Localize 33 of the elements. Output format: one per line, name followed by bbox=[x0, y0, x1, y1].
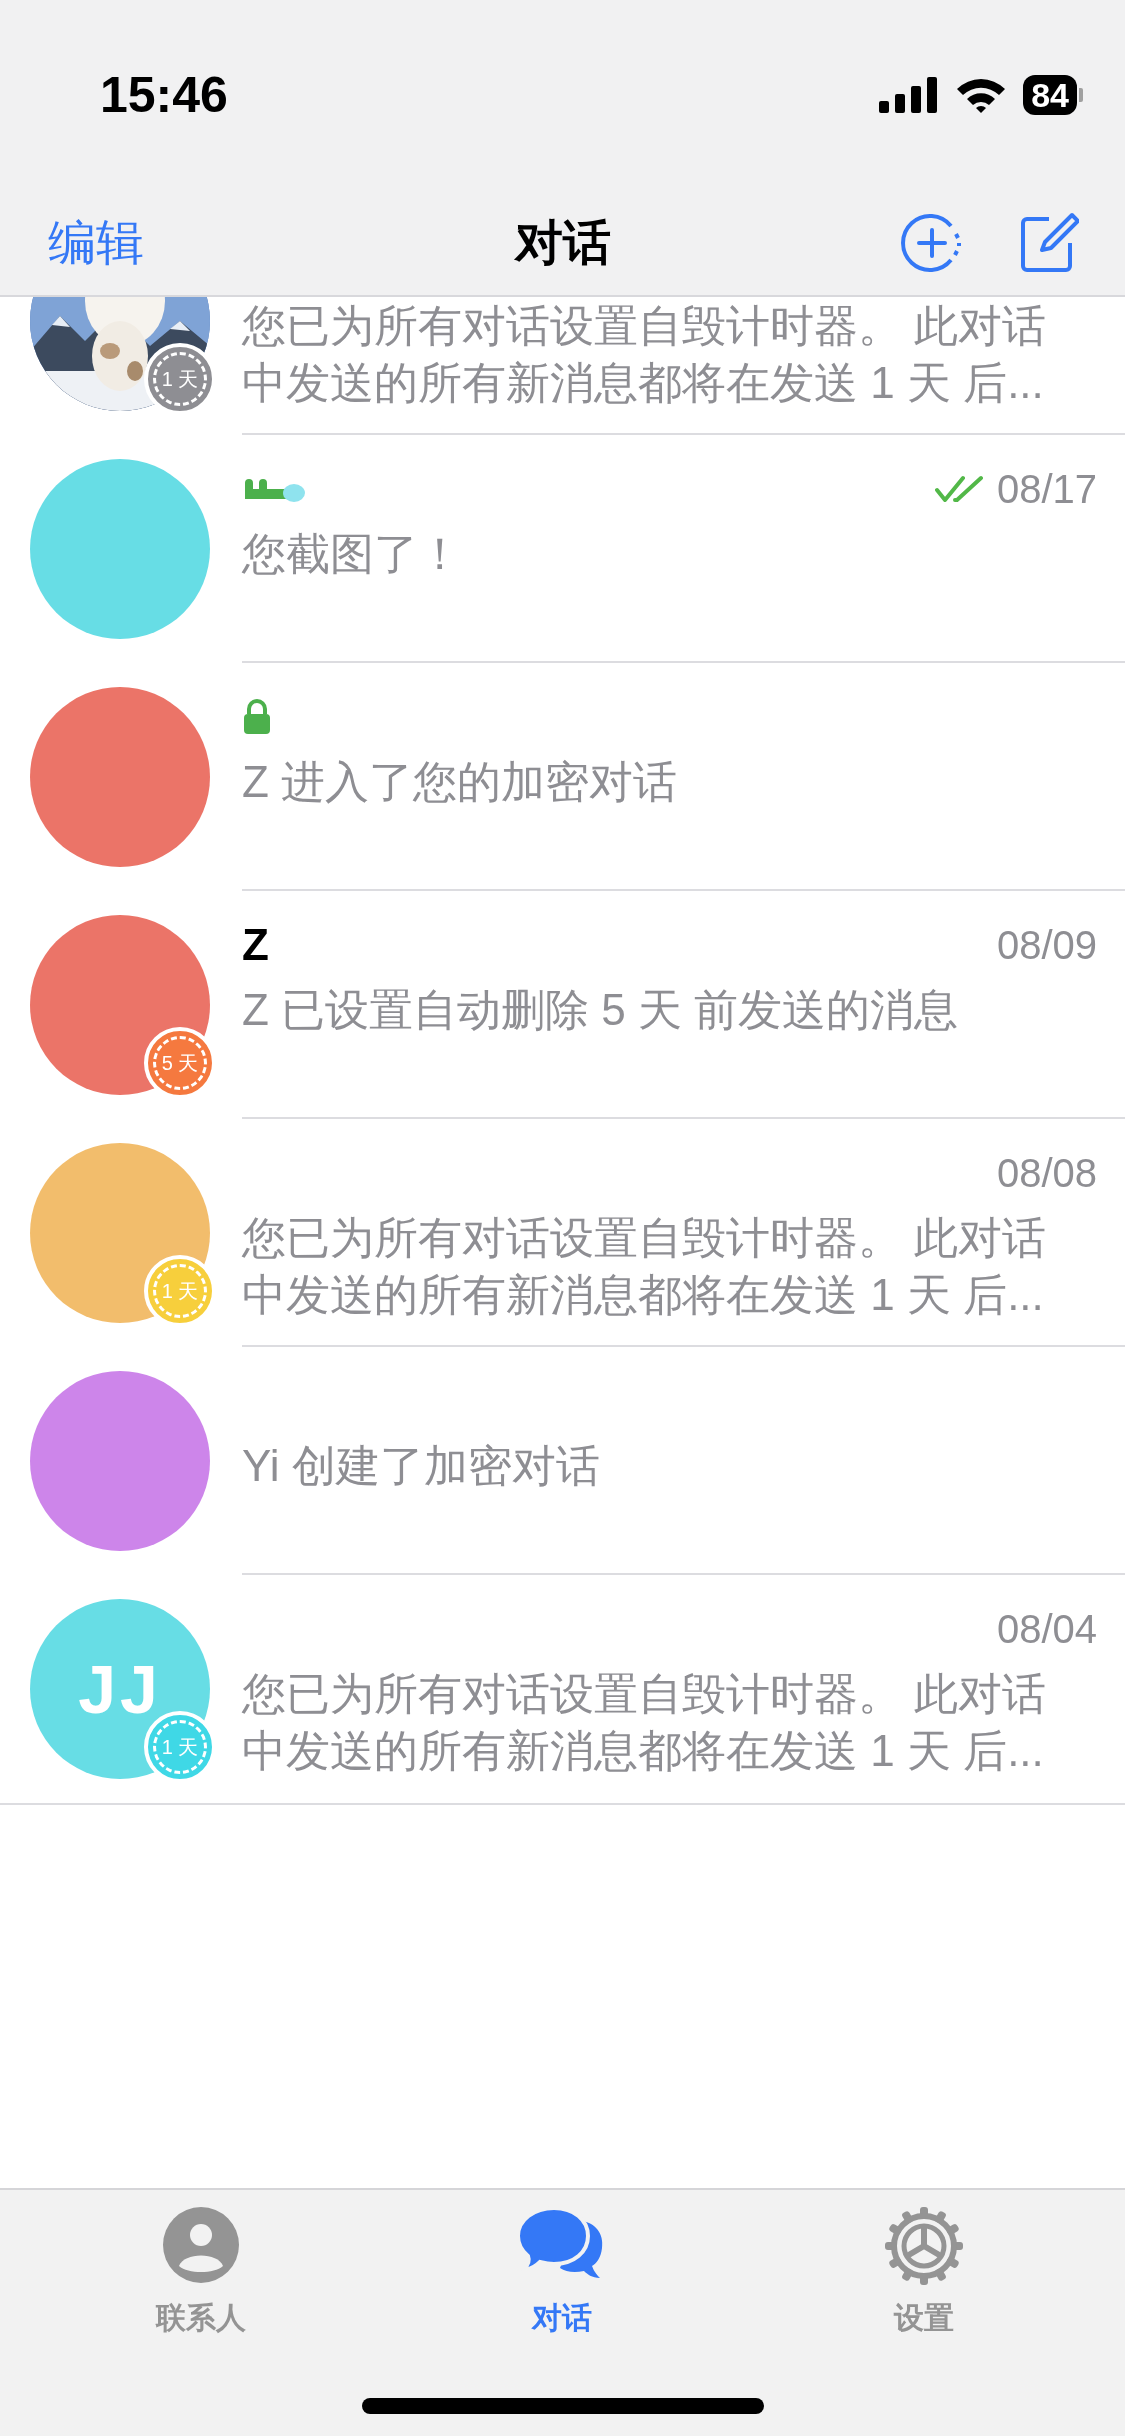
chat-message: Z 已设置自动删除 5 天 前发送的消息 bbox=[242, 984, 960, 1036]
chat-date: 08/08 bbox=[996, 1150, 1097, 1197]
status-time: 15:46 bbox=[100, 65, 228, 125]
tab-item[interactable]: 联系人 bbox=[80, 2206, 321, 2340]
chat-date: 08/04 bbox=[996, 1606, 1097, 1653]
chat-message: Z 进入了您的加密对话 bbox=[242, 756, 679, 808]
chat-message: Yi 创建了加密对话 bbox=[242, 1440, 601, 1492]
chat-message: 您已为所有对话设置自毁计时器。 此对话中发送的所有新消息都将在发送 1 天 后... bbox=[242, 1668, 1048, 1777]
person-icon bbox=[161, 2206, 240, 2284]
chat-message: 您已为所有对话设置自毁计时器。 此对话中发送的所有新消息都将在发送 1 天 后... bbox=[242, 300, 1048, 409]
wifi-icon bbox=[955, 76, 1008, 114]
compose-icon[interactable] bbox=[1019, 211, 1079, 274]
page-title: 对话 bbox=[514, 214, 611, 271]
chat-row[interactable]: Yi 创建了加密对话 bbox=[0, 1347, 1125, 1575]
tab-item[interactable]: 设置 bbox=[804, 2206, 1045, 2340]
chat-row[interactable]: 1 天 08/08 您已为所有对话设置自毁计时器。 此对话中发送的所有新消息都将在发送 1 天 后... bbox=[0, 1119, 1125, 1347]
chat-message: 您截图了！ bbox=[242, 528, 463, 580]
chat-row[interactable]: 1 天 您已为所有对话设置自毁计时器。 此对话中发送的所有新消息都将在发送 1 天 后... bbox=[0, 297, 1125, 435]
gear-icon bbox=[884, 2206, 965, 2286]
chat-date: 08/09 bbox=[996, 922, 1097, 969]
battery-indicator: 84 bbox=[1023, 75, 1083, 115]
chat-row[interactable]: 08/17 您截图了！ bbox=[0, 435, 1125, 663]
lock-icon bbox=[242, 699, 272, 735]
chat-name: Z bbox=[242, 919, 269, 971]
edit-button[interactable]: 编辑 bbox=[48, 206, 144, 279]
chat-date: 08/17 bbox=[996, 466, 1097, 513]
add-circle-icon[interactable] bbox=[901, 211, 963, 274]
chat-row[interactable]: JJ 1 天 08/04 您已为所有对话设置自毁计时器。 此对话中发送的所有新消息都将在发送 1 天 后... bbox=[0, 1575, 1125, 1803]
chat-row[interactable]: Z 进入了您的加密对话 bbox=[0, 663, 1125, 891]
tab-item[interactable]: 对话 bbox=[442, 2206, 683, 2340]
chat-row[interactable]: 5 天 Z 08/09 Z 已设置自动删除 5 天 前发送的消息 bbox=[0, 891, 1125, 1119]
chat-message: 您已为所有对话设置自毁计时器。 此对话中发送的所有新消息都将在发送 1 天 后... bbox=[242, 1212, 1048, 1321]
signal-icon bbox=[879, 77, 940, 113]
